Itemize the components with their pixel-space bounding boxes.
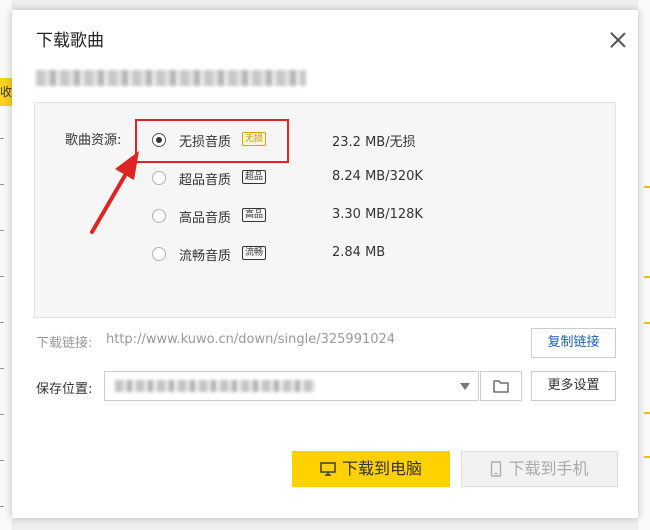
bg-tick — [0, 184, 4, 185]
quality-option-high[interactable]: 高品音质 高品 3.30 MB/128K — [152, 206, 592, 226]
quality-name: 高品音质 — [179, 211, 232, 226]
close-icon[interactable] — [608, 30, 628, 50]
bg-tick — [0, 322, 4, 323]
quality-size: 2.84 MB — [332, 245, 386, 260]
bg-tick — [0, 230, 4, 231]
radio-icon[interactable] — [152, 247, 166, 261]
quality-label: 歌曲资源: — [65, 133, 122, 148]
dialog-title: 下载歌曲 — [36, 31, 104, 51]
folder-icon — [493, 380, 509, 393]
quality-name: 流畅音质 — [179, 249, 232, 264]
download-link-url: http://www.kuwo.cn/down/single/325991024 — [106, 332, 396, 347]
bg-mark — [644, 186, 650, 188]
bg-tick — [0, 506, 4, 507]
more-settings-button[interactable]: 更多设置 — [531, 371, 616, 401]
save-path-select[interactable] — [104, 371, 479, 401]
download-to-pc-button[interactable]: 下载到电脑 — [292, 451, 450, 487]
bg-mark — [644, 322, 650, 324]
bg-mark — [644, 276, 650, 278]
bg-tick — [0, 276, 4, 277]
download-link-label: 下载链接: — [36, 336, 93, 351]
background-app-right — [638, 0, 650, 530]
monitor-icon — [320, 462, 336, 476]
quality-name: 超品音质 — [179, 173, 232, 188]
bg-tick — [0, 368, 4, 369]
download-song-dialog: 下载歌曲 歌曲资源: 无损音质 无损 23.2 MB/无损 超品音质 超品 8.… — [12, 10, 638, 518]
save-location-label: 保存位置: — [36, 382, 93, 397]
quality-size: 23.2 MB/无损 — [332, 135, 416, 150]
bg-tick — [0, 414, 4, 415]
quality-option-super[interactable]: 超品音质 超品 8.24 MB/320K — [152, 168, 592, 188]
radio-icon[interactable] — [152, 171, 166, 185]
bg-mark — [644, 412, 650, 414]
quality-size: 8.24 MB/320K — [332, 169, 423, 184]
phone-icon — [491, 461, 502, 477]
song-name-blurred — [36, 70, 306, 86]
save-path-blurred — [115, 380, 315, 392]
quality-size: 3.30 MB/128K — [332, 207, 423, 222]
copy-link-button[interactable]: 复制链接 — [531, 328, 616, 358]
dropdown-arrow-icon[interactable] — [460, 383, 470, 390]
quality-badge: 高品 — [242, 208, 267, 222]
bg-tick — [0, 138, 4, 139]
download-to-phone-button: 下载到手机 — [461, 451, 618, 487]
bg-tick — [0, 460, 4, 461]
highlight-box — [135, 119, 289, 163]
download-to-phone-label: 下载到手机 — [508, 459, 589, 478]
background-tab: 收 — [0, 78, 12, 106]
quality-badge: 超品 — [242, 170, 267, 184]
browse-folder-button[interactable] — [480, 371, 522, 401]
quality-option-smooth[interactable]: 流畅音质 流畅 2.84 MB — [152, 244, 592, 264]
bg-mark — [644, 456, 650, 458]
download-to-pc-label: 下载到电脑 — [341, 459, 422, 478]
quality-panel: 歌曲资源: 无损音质 无损 23.2 MB/无损 超品音质 超品 8.24 MB… — [34, 102, 616, 318]
quality-badge: 流畅 — [242, 246, 267, 260]
radio-icon[interactable] — [152, 209, 166, 223]
